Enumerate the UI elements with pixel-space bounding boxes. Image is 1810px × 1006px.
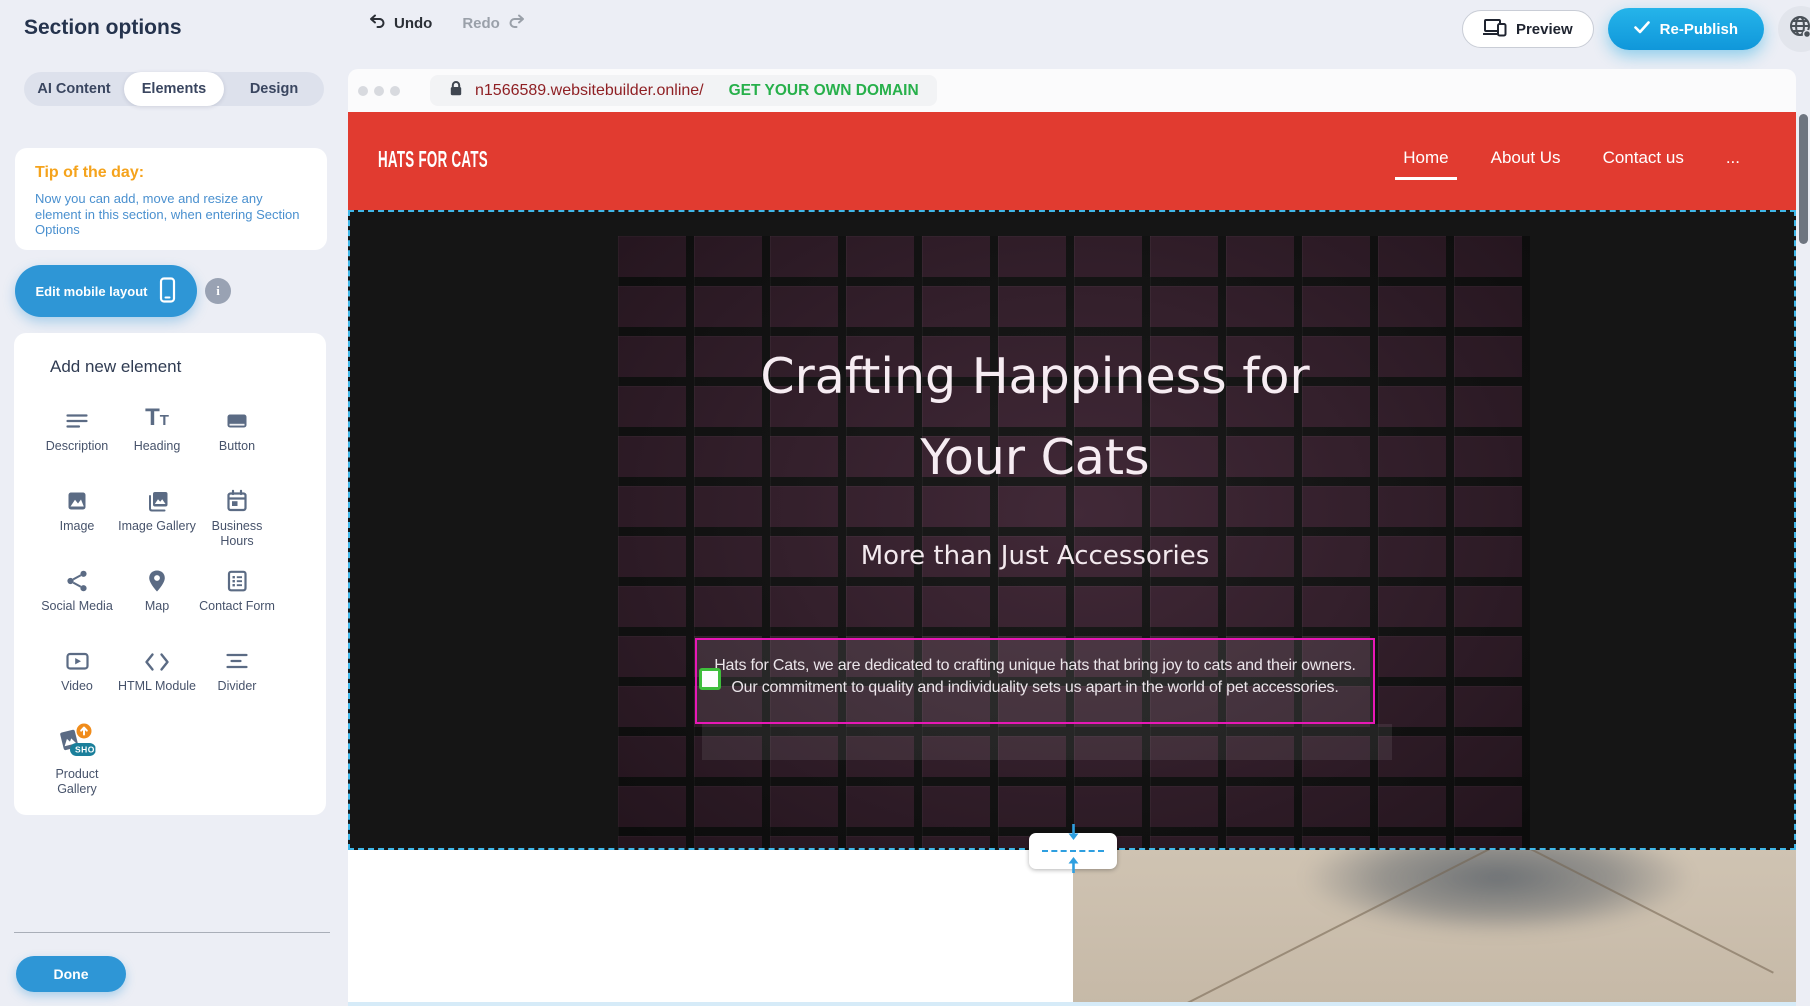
devices-icon — [1483, 17, 1507, 41]
undo-button[interactable]: Undo — [368, 14, 432, 32]
redo-icon — [508, 14, 526, 32]
check-icon — [1634, 21, 1650, 38]
browser-dot — [358, 86, 368, 96]
site-nav: Home About Us Contact us ... — [1395, 112, 1748, 210]
description-lines-icon — [65, 403, 89, 433]
undo-label: Undo — [394, 15, 432, 32]
browser-bar: n1566589.websitebuilder.online/ GET YOUR… — [348, 69, 1796, 112]
app-window: Section options Undo Redo — [0, 0, 1810, 1006]
button-icon — [225, 403, 249, 433]
get-domain-link[interactable]: GET YOUR OWN DOMAIN — [729, 82, 919, 100]
code-brackets-icon — [144, 643, 170, 673]
floor-photo[interactable] — [1073, 850, 1796, 1006]
hero-heading[interactable]: Crafting Happiness for Your Cats — [760, 336, 1309, 498]
browser-dot — [390, 86, 400, 96]
info-icon[interactable]: i — [205, 278, 231, 304]
add-element-product-gallery[interactable]: SHOP Product Gallery — [37, 723, 117, 803]
map-pin-icon — [145, 563, 169, 593]
add-element-map[interactable]: Map — [117, 563, 197, 643]
language-globe-button[interactable] — [1778, 6, 1810, 52]
add-element-social-media[interactable]: Social Media — [37, 563, 117, 643]
hero-paragraph[interactable]: Hats for Cats, we are dedicated to craft… — [697, 655, 1373, 699]
nav-about-us[interactable]: About Us — [1483, 142, 1569, 180]
preview-button[interactable]: Preview — [1462, 10, 1594, 48]
history-controls: Undo Redo — [368, 14, 526, 32]
add-element-contact-form[interactable]: Contact Form — [197, 563, 277, 643]
tip-of-the-day-card: Tip of the day: Now you can add, move an… — [15, 148, 327, 250]
topbar-actions: Preview Re-Publish — [1462, 0, 1810, 58]
share-nodes-icon — [65, 563, 89, 593]
add-element-divider[interactable]: Divider — [197, 643, 277, 723]
shop-badge: SHOP — [75, 745, 98, 755]
video-play-icon — [65, 643, 90, 673]
element-drag-handle[interactable] — [699, 668, 721, 690]
tab-design[interactable]: Design — [224, 72, 324, 106]
sidebar-divider — [14, 932, 330, 933]
nav-contact-us[interactable]: Contact us — [1595, 142, 1692, 180]
add-element-image[interactable]: Image — [37, 483, 117, 563]
site-url: n1566589.websitebuilder.online/ — [475, 82, 704, 100]
add-element-heading[interactable]: TT Heading — [117, 403, 197, 483]
arrow-up-icon — [1067, 854, 1080, 879]
product-gallery-icon: SHOP — [56, 723, 98, 761]
calendar-icon — [225, 483, 249, 513]
contact-form-icon — [225, 563, 249, 593]
nav-more-options[interactable]: ... — [1718, 142, 1748, 180]
nav-home[interactable]: Home — [1395, 142, 1456, 180]
heading-icon: TT — [145, 403, 169, 433]
resize-dashed-line — [1042, 850, 1104, 852]
page-title: Section options — [24, 16, 182, 40]
add-element-video[interactable]: Video — [37, 643, 117, 723]
tab-elements[interactable]: Elements — [124, 72, 224, 106]
cat-shadow — [1303, 850, 1693, 935]
add-element-card: Add new element Description TT Heading — [14, 333, 326, 815]
section-options-panel: AI Content Elements Design Tip of the da… — [0, 58, 347, 1006]
site-logo[interactable]: HATS FOR CATS — [378, 146, 488, 173]
add-element-title: Add new element — [50, 357, 326, 377]
redo-label: Redo — [462, 15, 500, 32]
tip-title: Tip of the day: — [35, 164, 307, 182]
hero-subheading[interactable]: More than Just Accessories — [861, 541, 1210, 571]
tab-ai-content[interactable]: AI Content — [24, 72, 124, 106]
preview-label: Preview — [1516, 21, 1573, 38]
selected-text-element[interactable]: Hats for Cats, we are dedicated to craft… — [695, 638, 1375, 724]
republish-label: Re-Publish — [1660, 21, 1738, 38]
section-edge-highlight — [348, 1002, 1796, 1006]
tip-body: Now you can add, move and resize any ele… — [35, 191, 307, 238]
image-icon — [65, 483, 89, 513]
republish-button[interactable]: Re-Publish — [1608, 8, 1764, 50]
edit-mobile-label: Edit mobile layout — [36, 284, 148, 299]
add-element-html-module[interactable]: HTML Module — [117, 643, 197, 723]
done-button[interactable]: Done — [16, 956, 126, 992]
globe-icon — [1788, 14, 1810, 45]
arrow-down-icon — [1067, 823, 1080, 848]
undo-icon — [368, 14, 386, 32]
browser-dot — [374, 86, 384, 96]
image-gallery-icon — [144, 483, 170, 513]
section-resize-handle[interactable] — [1029, 833, 1117, 869]
mobile-phone-icon — [159, 277, 176, 306]
preview-scrollbar[interactable] — [1799, 114, 1808, 244]
site-header[interactable]: HATS FOR CATS Home About Us Contact us .… — [348, 112, 1796, 210]
element-grid: Description TT Heading Button — [37, 403, 326, 803]
add-element-description[interactable]: Description — [37, 403, 117, 483]
element-hover-highlight — [702, 724, 1392, 760]
editor-canvas: n1566589.websitebuilder.online/ GET YOUR… — [347, 58, 1810, 1006]
redo-button[interactable]: Redo — [462, 14, 526, 32]
add-element-button[interactable]: Button — [197, 403, 277, 483]
hero-section-selected[interactable]: Crafting Happiness for Your Cats More th… — [348, 210, 1796, 850]
edit-mobile-layout-button[interactable]: Edit mobile layout — [15, 265, 197, 317]
next-section-blank[interactable] — [348, 850, 1073, 1006]
add-element-business-hours[interactable]: Business Hours — [197, 483, 277, 563]
address-bar[interactable]: n1566589.websitebuilder.online/ GET YOUR… — [430, 75, 937, 106]
lock-icon — [448, 80, 464, 102]
add-element-image-gallery[interactable]: Image Gallery — [117, 483, 197, 563]
divider-lines-icon — [225, 643, 249, 673]
panel-tabs: AI Content Elements Design — [24, 72, 324, 106]
